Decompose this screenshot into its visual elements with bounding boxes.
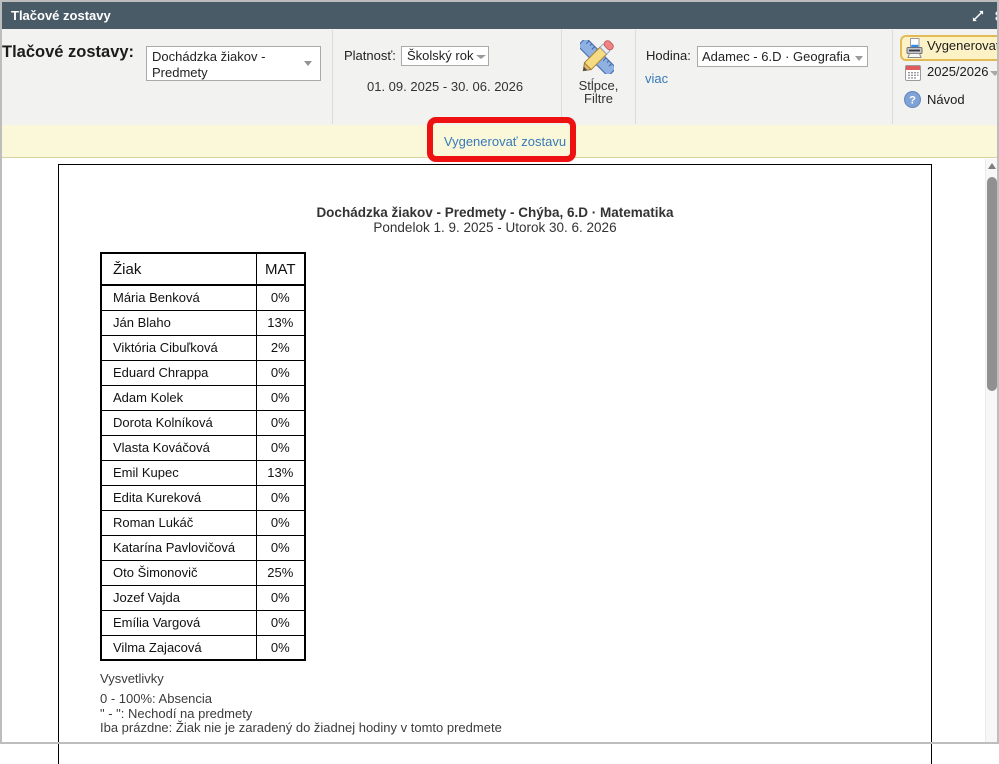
svg-text:?: ? xyxy=(909,94,916,106)
